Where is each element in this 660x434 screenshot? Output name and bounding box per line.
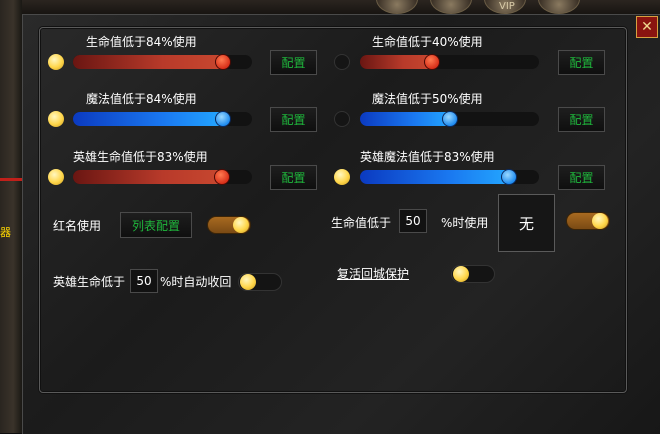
- slider-track[interactable]: [73, 111, 252, 127]
- slider-label: 魔法值低于50%使用: [372, 92, 483, 106]
- slider-fill: [360, 112, 450, 126]
- toggle-knob: [233, 217, 249, 233]
- close-button[interactable]: ✕: [636, 16, 658, 38]
- slider-config-button[interactable]: 配置: [270, 165, 317, 190]
- list-config-button[interactable]: 列表配置: [120, 212, 192, 238]
- slider-config-button[interactable]: 配置: [270, 107, 317, 132]
- slider-track[interactable]: [360, 169, 539, 185]
- slider-handle[interactable]: [214, 169, 230, 185]
- low-hp-prefix: 生命值低于: [331, 216, 392, 230]
- background-disc: [376, 0, 418, 14]
- hero-recall-prefix: 英雄生命低于: [53, 275, 126, 289]
- slider-config-button[interactable]: 配置: [558, 165, 605, 190]
- low-hp-percent-input[interactable]: 50: [399, 209, 427, 233]
- toggle-knob: [240, 274, 256, 290]
- slider-indicator: [48, 169, 64, 185]
- low-hp-suffix: %时使用: [441, 216, 489, 230]
- slider-indicator: [334, 169, 350, 185]
- background-disc: [538, 0, 580, 14]
- toggle-knob: [592, 213, 608, 229]
- slider-indicator: [334, 111, 350, 127]
- slider-fill: [73, 170, 222, 184]
- revive-protect-label[interactable]: 复活回城保护: [337, 265, 409, 282]
- background-red-marker: [0, 178, 22, 181]
- slider-handle[interactable]: [442, 111, 458, 127]
- revive-protect-toggle[interactable]: [451, 265, 495, 283]
- slider-track[interactable]: [360, 111, 539, 127]
- slider-fill: [360, 170, 509, 184]
- slider-handle[interactable]: [501, 169, 517, 185]
- slider-label: 英雄魔法值低于83%使用: [360, 150, 495, 164]
- slider-indicator: [334, 54, 350, 70]
- slider-handle[interactable]: [215, 111, 231, 127]
- slider-label: 生命值低于84%使用: [86, 35, 197, 49]
- slider-handle[interactable]: [215, 54, 231, 70]
- slider-handle[interactable]: [424, 54, 440, 70]
- slider-config-button[interactable]: 配置: [558, 107, 605, 132]
- background-disc-text: VIP: [499, 1, 515, 12]
- slider-indicator: [48, 54, 64, 70]
- hero-recall-toggle[interactable]: [238, 273, 282, 291]
- red-name-label: 红名使用: [53, 219, 102, 233]
- hero-recall-percent-input[interactable]: 50: [130, 269, 158, 293]
- hero-recall-suffix: %时自动收回: [160, 275, 232, 289]
- slider-label: 魔法值低于84%使用: [86, 92, 197, 106]
- slider-label: 英雄生命值低于83%使用: [73, 150, 208, 164]
- low-hp-toggle[interactable]: [566, 212, 610, 230]
- background-side-label: 器: [0, 226, 11, 239]
- slider-label: 生命值低于40%使用: [372, 35, 483, 49]
- close-icon: ✕: [641, 19, 653, 35]
- toggle-knob: [453, 266, 469, 282]
- slider-fill: [360, 55, 432, 69]
- slider-config-button[interactable]: 配置: [558, 50, 605, 75]
- low-hp-item-slot[interactable]: 无: [498, 194, 555, 252]
- slider-config-button[interactable]: 配置: [270, 50, 317, 75]
- background-left-border: 器: [0, 0, 22, 433]
- background-disc: VIP: [484, 0, 526, 14]
- background-disc: [430, 0, 472, 14]
- red-name-toggle[interactable]: [207, 216, 251, 234]
- slider-indicator: [48, 111, 64, 127]
- slider-track[interactable]: [73, 54, 252, 70]
- slider-track[interactable]: [360, 54, 539, 70]
- slider-track[interactable]: [73, 169, 252, 185]
- slider-fill: [73, 55, 223, 69]
- slider-fill: [73, 112, 223, 126]
